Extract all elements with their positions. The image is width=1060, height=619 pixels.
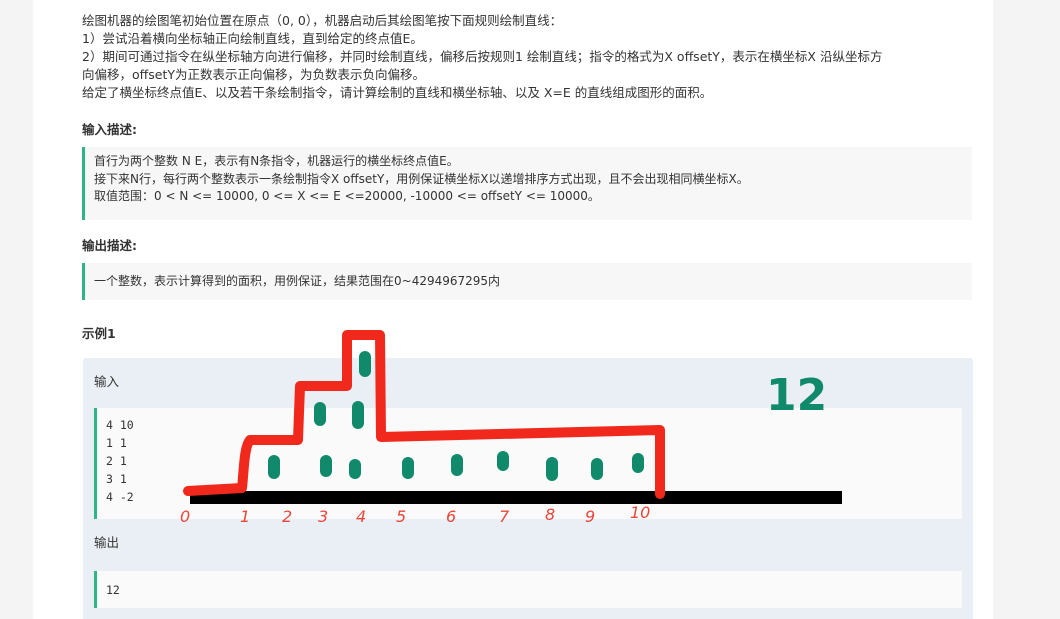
input-description-block: 首行为两个整数 N E，表示有N条指令，机器运行的横坐标终点值E。 接下来N行，… [82,147,972,220]
description-line: 绘图机器的绘图笔初始位置在原点（0, 0），机器启动后其绘图笔按下面规则绘制直线… [82,13,563,28]
input-description-line: 接下来N行，每行两个整数表示一条绘制指令X offsetY，用例保证横坐标X以递… [94,171,749,186]
output-description-block: 一个整数，表示计算得到的面积，用例保证，结果范围在0~4294967295内 [82,263,972,300]
example-input-code[interactable]: 4 10 1 1 2 1 3 1 4 -2 [94,408,962,519]
example-box: 输入 4 10 1 1 2 1 3 1 4 -2 输出 12 [83,358,973,619]
input-description-line: 首行为两个整数 N E，表示有N条指令，机器运行的横坐标终点值E。 [94,154,459,168]
problem-page: 绘图机器的绘图笔初始位置在原点（0, 0），机器启动后其绘图笔按下面规则绘制直线… [33,0,993,619]
code-line: 4 -2 [106,490,134,504]
description-line: 向偏移，offsetY为正数表示正向偏移，为负数表示负向偏移。 [82,67,426,82]
code-line: 3 1 [106,472,127,486]
example-title: 示例1 [82,326,116,341]
description-line: 2）期间可通过指令在纵坐标轴方向进行偏移，并同时绘制直线，偏移后按规则1 绘制直… [82,49,883,64]
output-description-text: 一个整数，表示计算得到的面积，用例保证，结果范围在0~4294967295内 [94,274,501,288]
code-line: 2 1 [106,454,127,468]
code-line: 4 10 [106,418,134,432]
description-line: 1）尝试沿着横向坐标轴正向绘制直线，直到给定的终点值E。 [82,31,423,46]
input-description-line: 取值范围：0 < N <= 10000, 0 <= X <= E <=20000… [94,189,600,203]
input-description-title: 输入描述: [82,122,137,137]
code-line: 12 [106,583,120,597]
example-output-code[interactable]: 12 [94,571,962,608]
problem-description: 绘图机器的绘图笔初始位置在原点（0, 0），机器启动后其绘图笔按下面规则绘制直线… [82,12,982,102]
example-input-label: 输入 [94,374,120,389]
description-line: 给定了横坐标终点值E、以及若干条绘制指令，请计算绘制的直线和横坐标轴、以及 X=… [82,85,713,100]
code-line: 1 1 [106,436,127,450]
output-description-title: 输出描述: [82,238,137,253]
example-output-label: 输出 [94,535,120,550]
